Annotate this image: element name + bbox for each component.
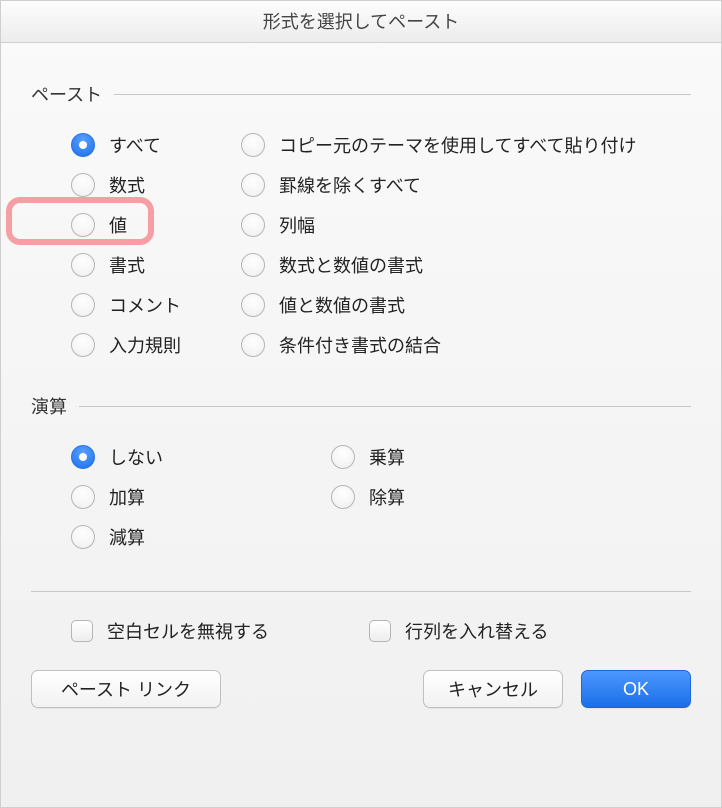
radio-formula-num-fmt[interactable]: 数式と数値の書式 xyxy=(241,245,691,285)
radio-formats[interactable]: 書式 xyxy=(71,245,241,285)
radio-label: すべて xyxy=(109,132,161,158)
checkbox-label: 行列を入れ替える xyxy=(405,618,548,644)
button-bar: ペースト リンク キャンセル OK xyxy=(1,644,721,708)
radio-button-icon xyxy=(331,485,355,509)
radio-button-icon xyxy=(241,173,265,197)
radio-label: 数式と数値の書式 xyxy=(279,252,423,278)
operation-options: しない 加算 減算 乗算 除算 xyxy=(31,437,691,557)
paste-right-col: コピー元のテーマを使用してすべて貼り付け 罫線を除くすべて 列幅 数式と数値の書… xyxy=(241,125,691,365)
checkbox-icon xyxy=(71,620,93,642)
op-left-col: しない 加算 減算 xyxy=(71,437,331,557)
ok-button[interactable]: OK xyxy=(581,670,691,708)
checkbox-icon xyxy=(369,620,391,642)
radio-button-icon xyxy=(71,445,95,469)
check-transpose[interactable]: 行列を入れ替える xyxy=(369,618,548,644)
radio-subtract[interactable]: 減算 xyxy=(71,517,331,557)
paste-link-button[interactable]: ペースト リンク xyxy=(31,670,221,708)
radio-divide[interactable]: 除算 xyxy=(331,477,691,517)
radio-label: 減算 xyxy=(109,524,145,550)
radio-label: 入力規則 xyxy=(109,332,181,358)
radio-label: 書式 xyxy=(109,252,145,278)
radio-label: 列幅 xyxy=(279,212,315,238)
radio-button-icon xyxy=(331,445,355,469)
radio-button-icon xyxy=(71,133,95,157)
radio-add[interactable]: 加算 xyxy=(71,477,331,517)
operation-group-header: 演算 xyxy=(31,393,691,419)
radio-button-icon xyxy=(71,293,95,317)
paste-options: すべて 数式 値 書式 コメント xyxy=(31,125,691,365)
radio-button-icon xyxy=(71,525,95,549)
radio-label: しない xyxy=(109,444,163,470)
radio-button-icon xyxy=(241,133,265,157)
operation-group-label: 演算 xyxy=(31,393,67,419)
radio-label: 罫線を除くすべて xyxy=(279,172,421,198)
radio-label: 値 xyxy=(109,212,127,238)
radio-button-icon xyxy=(71,173,95,197)
cancel-button[interactable]: キャンセル xyxy=(423,670,563,708)
check-options: 空白セルを無視する 行列を入れ替える xyxy=(31,618,691,644)
radio-cond-fmt-merge[interactable]: 条件付き書式の結合 xyxy=(241,325,691,365)
radio-none[interactable]: しない xyxy=(71,437,331,477)
radio-label: 乗算 xyxy=(369,444,405,470)
radio-button-icon xyxy=(241,293,265,317)
radio-button-icon xyxy=(71,253,95,277)
radio-button-icon xyxy=(241,213,265,237)
radio-button-icon xyxy=(71,485,95,509)
radio-label: 条件付き書式の結合 xyxy=(279,332,441,358)
radio-label: 値と数値の書式 xyxy=(279,292,405,318)
check-skip-blanks[interactable]: 空白セルを無視する xyxy=(71,618,269,644)
op-right-col: 乗算 除算 xyxy=(331,437,691,557)
radio-col-width[interactable]: 列幅 xyxy=(241,205,691,245)
radio-values[interactable]: 値 xyxy=(71,205,241,245)
radio-label: 数式 xyxy=(109,172,145,198)
radio-comments[interactable]: コメント xyxy=(71,285,241,325)
radio-button-icon xyxy=(241,253,265,277)
radio-value-num-fmt[interactable]: 値と数値の書式 xyxy=(241,285,691,325)
radio-validation[interactable]: 入力規則 xyxy=(71,325,241,365)
radio-multiply[interactable]: 乗算 xyxy=(331,437,691,477)
radio-no-border[interactable]: 罫線を除くすべて xyxy=(241,165,691,205)
checkbox-label: 空白セルを無視する xyxy=(107,618,269,644)
paste-left-col: すべて 数式 値 書式 コメント xyxy=(71,125,241,365)
radio-label: 除算 xyxy=(369,484,405,510)
divider-line xyxy=(114,94,691,95)
radio-all-theme[interactable]: コピー元のテーマを使用してすべて貼り付け xyxy=(241,125,691,165)
radio-all[interactable]: すべて xyxy=(71,125,241,165)
dialog-title: 形式を選択してペースト xyxy=(1,1,721,43)
paste-group-label: ペースト xyxy=(31,81,102,107)
divider-line xyxy=(79,406,691,407)
radio-label: コメント xyxy=(109,292,181,318)
separator xyxy=(31,591,691,592)
radio-button-icon xyxy=(71,333,95,357)
radio-button-icon xyxy=(241,333,265,357)
radio-label: 加算 xyxy=(109,484,145,510)
radio-label: コピー元のテーマを使用してすべて貼り付け xyxy=(279,132,636,158)
radio-button-icon xyxy=(71,213,95,237)
paste-group-header: ペースト xyxy=(31,81,691,107)
paste-special-dialog: 形式を選択してペースト ペースト すべて 数式 値 xyxy=(0,0,722,808)
dialog-content: ペースト すべて 数式 値 書式 xyxy=(1,43,721,644)
radio-formulas[interactable]: 数式 xyxy=(71,165,241,205)
right-buttons: キャンセル OK xyxy=(423,670,691,708)
